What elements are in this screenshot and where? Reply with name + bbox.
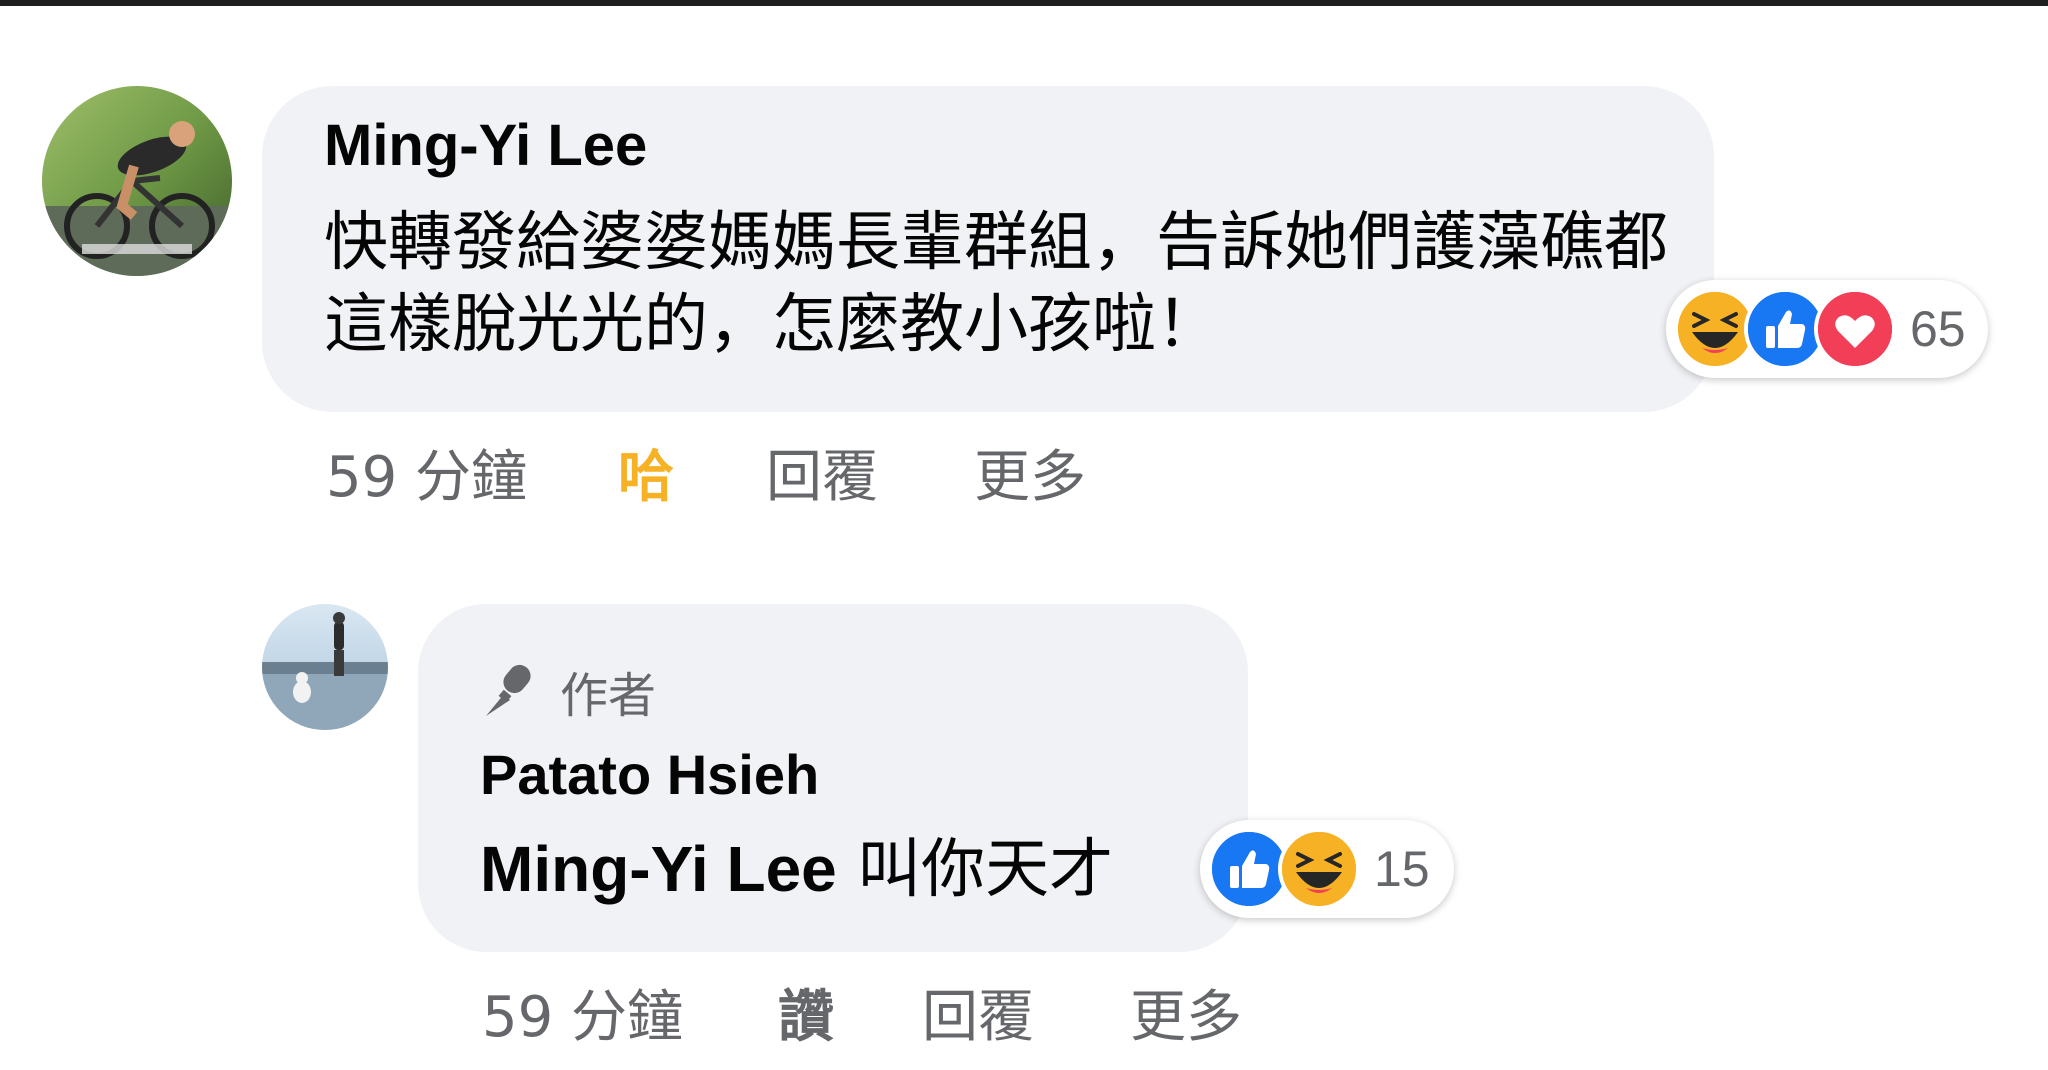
comment-author-name[interactable]: Ming-Yi Lee	[324, 112, 647, 179]
comment-more-button[interactable]: 更多	[974, 432, 1086, 513]
reply-author-name[interactable]: Patato Hsieh	[480, 742, 819, 807]
comment-reaction-summary[interactable]: 65	[1666, 280, 1988, 378]
reply-like-button[interactable]: 讚	[778, 972, 834, 1053]
microphone-icon	[486, 664, 531, 716]
reply-mention-link[interactable]: Ming-Yi Lee	[480, 833, 837, 905]
comment-timestamp[interactable]: 59 分鐘	[326, 432, 527, 513]
reply-reply-button[interactable]: 回覆	[922, 972, 1034, 1053]
comment-text: 快轉發給婆婆媽媽長輩群組，告訴她們護藻礁都這樣脫光光的，怎麼教小孩啦！	[324, 206, 1668, 362]
comment-bubble[interactable]: Ming-Yi Lee 快轉發給婆婆媽媽長輩群組，告訴她們護藻礁都這樣脫光光的，…	[262, 86, 1714, 412]
reply-more-button[interactable]: 更多	[1130, 972, 1242, 1053]
cyclist-avatar-icon	[42, 86, 232, 276]
love-icon	[1814, 288, 1896, 370]
comment-react-button[interactable]: 哈	[618, 432, 674, 513]
top-edge-bar	[0, 0, 2048, 6]
comment-reaction-count: 65	[1910, 301, 1966, 357]
reply-bubble[interactable]: 作者 Patato Hsieh Ming-Yi Lee 叫你天才	[418, 604, 1248, 952]
reply-timestamp[interactable]: 59 分鐘	[482, 972, 683, 1053]
author-badge: 作者	[480, 656, 656, 726]
reply-reaction-count: 15	[1374, 841, 1430, 897]
reply-text: Ming-Yi Lee 叫你天才	[480, 828, 1113, 911]
reply-avatar[interactable]	[262, 604, 388, 730]
reply-text-body: 叫你天才	[857, 833, 1114, 907]
reply-reaction-summary[interactable]: 15	[1200, 820, 1454, 918]
beach-avatar-icon	[262, 604, 388, 730]
haha-icon	[1278, 828, 1360, 910]
commenter-avatar[interactable]	[42, 86, 232, 276]
comment-reply-button[interactable]: 回覆	[766, 432, 878, 513]
author-badge-label: 作者	[560, 668, 657, 724]
